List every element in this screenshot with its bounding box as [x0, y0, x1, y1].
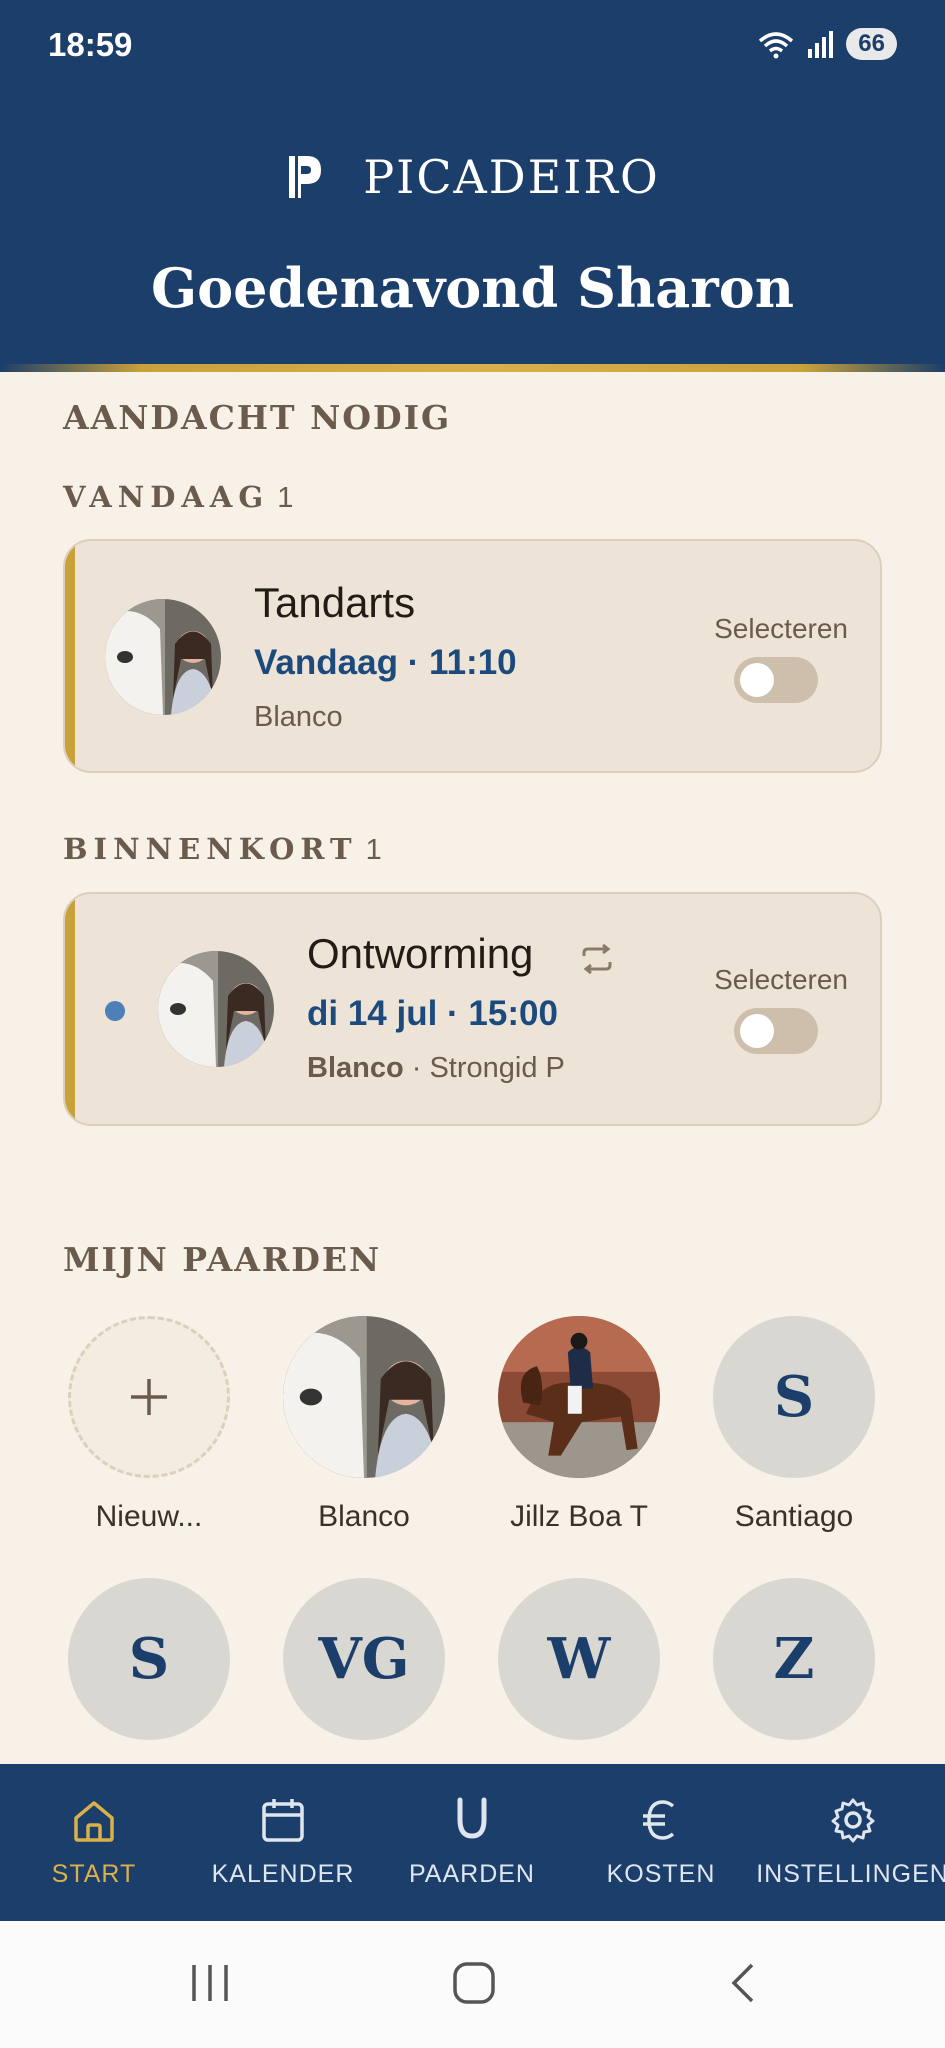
- select-toggle[interactable]: [734, 657, 818, 703]
- reminder-when: Vandaag · 11:10: [254, 643, 517, 682]
- back-icon[interactable]: [722, 1961, 766, 2005]
- nav-kalender[interactable]: KALENDER: [203, 1764, 363, 1921]
- reminder-horse-name: Blanco: [254, 701, 343, 733]
- nav-label: START: [51, 1860, 137, 1888]
- header-divider: [0, 364, 945, 372]
- bottom-nav: START KALENDER PAARDEN KOSTEN INSTELLING…: [0, 1764, 945, 1921]
- horse-avatar-santiago[interactable]: S: [713, 1316, 875, 1478]
- today-label: VANDAAG: [63, 480, 270, 514]
- horseshoe-icon: [457, 1797, 487, 1839]
- nav-paarden[interactable]: PAARDEN: [392, 1764, 552, 1921]
- soon-label: BINNENKORT: [63, 832, 358, 866]
- nav-label: PAARDEN: [408, 1860, 535, 1888]
- horse-name-blanco: Blanco: [318, 1500, 410, 1533]
- home-button-icon[interactable]: [452, 1961, 496, 2005]
- add-horse-button[interactable]: [68, 1316, 230, 1478]
- reminder-detail: · Strongid P: [403, 1052, 565, 1084]
- reminder-title: Tandarts: [254, 579, 416, 626]
- horse-avatar-s[interactable]: S: [68, 1578, 230, 1740]
- horse-avatar-blanco: [105, 599, 221, 715]
- gear-icon: [831, 1798, 874, 1843]
- card-accent-bar: [65, 894, 75, 1124]
- section-title-attention: AANDACHT NODIG: [63, 398, 452, 437]
- reminder-horse: Blanco: [254, 701, 343, 734]
- horse-initials: W: [547, 1626, 611, 1692]
- horse-avatar-vg[interactable]: VG: [283, 1578, 445, 1740]
- nav-label: KOSTEN: [606, 1860, 716, 1888]
- horse-name-jillz-boa-t: Jillz Boa T: [510, 1500, 648, 1533]
- card-accent-bar: [65, 541, 75, 771]
- nav-instellingen[interactable]: INSTELLINGEN: [756, 1764, 945, 1921]
- horse-avatar-w[interactable]: W: [498, 1578, 660, 1740]
- home-icon: [74, 1801, 114, 1842]
- select-label: Selecteren: [714, 613, 848, 644]
- today-count: 1: [277, 482, 294, 514]
- horse-name-new: Nieuw...: [95, 1500, 203, 1533]
- reminder-card-today[interactable]: Tandarts Vandaag · 11:10 Blanco Selecter…: [63, 539, 882, 773]
- reminder-title: Ontworming: [307, 930, 534, 977]
- today-heading: VANDAAG 1: [63, 480, 293, 515]
- logo-text: PICADEIRO: [363, 150, 660, 204]
- horse-avatar-z[interactable]: Z: [713, 1578, 875, 1740]
- reminder-horse: Blanco · Strongid P: [307, 1052, 565, 1085]
- nav-label: INSTELLINGEN: [756, 1860, 945, 1888]
- battery-indicator: 66: [846, 28, 897, 60]
- reminder-horse-name: Blanco: [307, 1052, 404, 1084]
- soon-heading: BINNENKORT 1: [63, 832, 382, 867]
- unread-dot: [105, 1001, 125, 1021]
- horse-initials: VG: [318, 1626, 410, 1692]
- section-title-horses: MIJN PAARDEN: [63, 1240, 382, 1279]
- horse-name-santiago: Santiago: [734, 1500, 854, 1533]
- horse-avatar-jillz-boa-t[interactable]: [498, 1316, 660, 1478]
- calendar-icon: [262, 1799, 304, 1842]
- horse-avatar-blanco[interactable]: [283, 1316, 445, 1478]
- reminder-when: di 14 jul · 15:00: [307, 994, 558, 1033]
- repeat-icon: [582, 944, 612, 974]
- recent-apps-icon[interactable]: [188, 1961, 232, 2005]
- select-toggle[interactable]: [734, 1008, 818, 1054]
- horse-initials: S: [128, 1626, 170, 1692]
- greeting-title: Goedenavond Sharon: [150, 256, 795, 320]
- picadeiro-logo-icon: [289, 156, 322, 198]
- status-time: 18:59: [48, 26, 133, 63]
- nav-label: KALENDER: [211, 1860, 355, 1888]
- horse-initials: Z: [773, 1626, 815, 1692]
- system-nav-bar: [0, 1921, 945, 2048]
- euro-icon: [643, 1800, 675, 1840]
- soon-count: 1: [365, 834, 382, 866]
- status-icons: 66: [756, 28, 897, 60]
- toggle-knob: [740, 663, 774, 697]
- nav-kosten[interactable]: KOSTEN: [581, 1764, 741, 1921]
- horse-avatar-blanco: [158, 951, 274, 1067]
- horse-initials: S: [773, 1364, 815, 1430]
- wifi-icon: [759, 32, 794, 59]
- app-header: 18:59 66 PICADEIRO Goedenavond Sharon: [0, 0, 945, 372]
- signal-icon: [808, 31, 834, 58]
- toggle-knob: [740, 1014, 774, 1048]
- plus-icon: [131, 1379, 167, 1415]
- nav-start[interactable]: START: [34, 1764, 154, 1921]
- reminder-card-soon[interactable]: Ontworming di 14 jul · 15:00 Blanco · St…: [63, 892, 882, 1126]
- select-label: Selecteren: [714, 964, 848, 995]
- app-logo: PICADEIRO: [0, 150, 945, 204]
